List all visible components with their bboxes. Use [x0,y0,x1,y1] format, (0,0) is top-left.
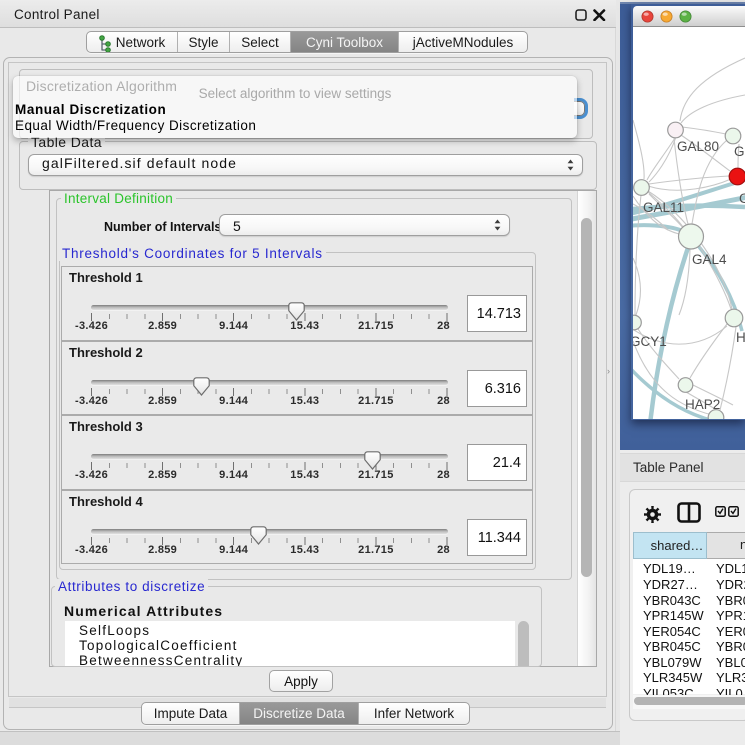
svg-text:HAP2: HAP2 [685,397,720,412]
svg-text:G.: G. [734,144,745,159]
svg-text:GCY1: GCY1 [633,334,667,349]
svg-text:H: H [736,330,745,345]
svg-text:GAL4: GAL4 [692,252,727,267]
svg-text:C: C [739,191,745,206]
svg-text:GAL11: GAL11 [643,200,684,215]
svg-text:GAL80: GAL80 [677,139,719,154]
